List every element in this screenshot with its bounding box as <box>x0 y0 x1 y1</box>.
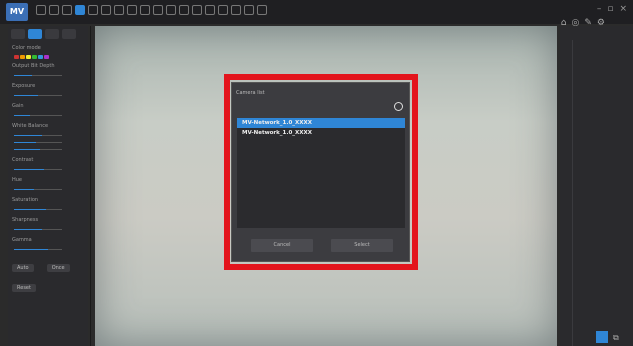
dialog-footer: Cancel Select <box>237 235 405 257</box>
shape-icon[interactable] <box>179 5 189 15</box>
measure-icon[interactable] <box>192 5 202 15</box>
select-button[interactable]: Select <box>331 239 393 252</box>
gain-slider[interactable] <box>14 113 82 119</box>
label-bit-depth: Output Bit Depth <box>12 63 55 69</box>
label-color-mode: Color mode <box>12 45 41 51</box>
label-exposure: Exposure <box>12 83 36 89</box>
once-button[interactable]: Once <box>46 264 70 272</box>
redo-icon[interactable] <box>114 5 124 15</box>
wb-slider-3[interactable] <box>14 147 82 153</box>
exposure-slider[interactable] <box>14 93 82 99</box>
auto-button[interactable]: Auto <box>12 264 34 272</box>
panel-divider <box>90 26 91 346</box>
camera-list-dialog: Camera list MV-Network_1.0_XXXX MV-Netwo… <box>231 82 410 262</box>
right-panel-divider <box>572 40 573 346</box>
wb-slider-2[interactable] <box>14 140 82 146</box>
open-icon[interactable] <box>36 5 46 15</box>
zoom-icon[interactable] <box>127 5 137 15</box>
label-contrast: Contrast <box>12 157 34 163</box>
crop-icon[interactable] <box>88 5 98 15</box>
maximize-icon[interactable]: ▫ <box>607 4 613 14</box>
label-gamma: Gamma <box>12 237 32 243</box>
undo-icon[interactable] <box>101 5 111 15</box>
pen-icon[interactable] <box>166 5 176 15</box>
video-icon[interactable] <box>257 5 267 15</box>
gamma-slider[interactable] <box>14 247 82 253</box>
parameter-panel: Color mode Output Bit Depth Exposure Gai… <box>8 26 88 346</box>
hue-slider[interactable] <box>14 187 82 193</box>
contrast-slider[interactable] <box>14 167 82 173</box>
text-icon[interactable] <box>205 5 215 15</box>
sharpness-slider[interactable] <box>14 227 82 233</box>
select-icon[interactable] <box>75 5 85 15</box>
view-mode-button[interactable] <box>596 331 608 343</box>
image-icon[interactable] <box>244 5 254 15</box>
top-toolbar: MV – ▫ × ⌂ ◎ ✎ ⚙ <box>0 0 633 28</box>
label-gain: Gain <box>12 103 24 109</box>
layout-icon[interactable]: ⧉ <box>613 333 623 343</box>
grid-icon[interactable] <box>62 5 72 15</box>
saturation-slider[interactable] <box>14 207 82 213</box>
minimize-icon[interactable]: – <box>597 4 602 14</box>
panel-tabs <box>8 26 88 42</box>
label-hue: Hue <box>12 177 23 183</box>
close-icon[interactable]: × <box>619 4 627 14</box>
label-white-balance: White Balance <box>12 123 49 129</box>
reset-button[interactable]: Reset <box>12 284 36 292</box>
dialog-title: Camera list <box>236 90 265 96</box>
tab-image[interactable] <box>28 29 42 39</box>
camera-list-item[interactable]: MV-Network_1.0_XXXX <box>237 118 405 128</box>
wb-slider-1[interactable] <box>14 133 82 139</box>
cancel-button[interactable]: Cancel <box>251 239 313 252</box>
bit-depth-slider[interactable] <box>14 73 82 79</box>
label-sharpness: Sharpness <box>12 217 39 223</box>
save-icon[interactable] <box>49 5 59 15</box>
brush-icon[interactable] <box>153 5 163 15</box>
app-logo: MV <box>6 3 28 21</box>
right-panel <box>560 26 633 346</box>
toolbar-icons <box>36 5 267 15</box>
window-controls: – ▫ × <box>597 4 627 14</box>
camera-list: MV-Network_1.0_XXXX MV-Network_1.0_XXXX <box>237 118 405 228</box>
color-icon[interactable] <box>218 5 228 15</box>
fit-icon[interactable] <box>140 5 150 15</box>
tab-info[interactable] <box>62 29 76 39</box>
label-saturation: Saturation <box>12 197 39 203</box>
refresh-icon[interactable] <box>394 102 403 111</box>
camera-list-item[interactable]: MV-Network_1.0_XXXX <box>237 128 405 138</box>
layers-icon[interactable] <box>231 5 241 15</box>
tab-camera[interactable] <box>11 29 25 39</box>
tab-process[interactable] <box>45 29 59 39</box>
